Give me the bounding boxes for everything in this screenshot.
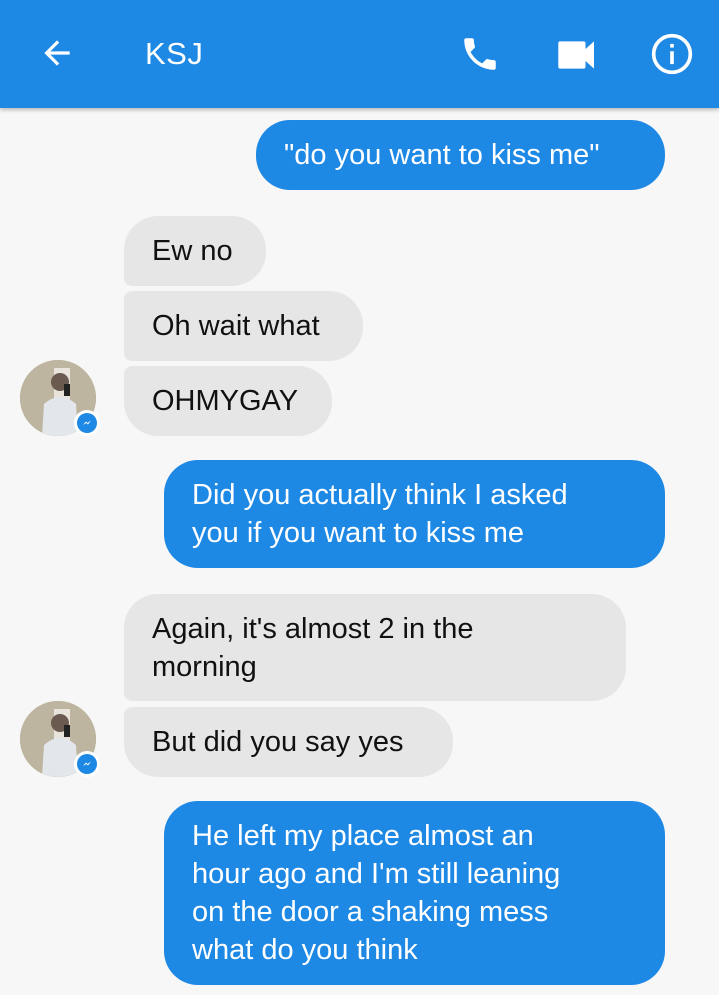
message-outgoing[interactable]: "do you want to kiss me" (256, 120, 665, 190)
arrow-back-icon[interactable] (38, 34, 76, 72)
app-bar: KSJ (0, 0, 719, 108)
message-incoming[interactable]: Ew no (124, 216, 266, 286)
message-outgoing[interactable]: He left my place almost an hour ago and … (164, 801, 665, 985)
message-incoming[interactable]: Oh wait what (124, 291, 363, 361)
message-incoming[interactable]: But did you say yes (124, 707, 453, 777)
conversation-title[interactable]: KSJ (145, 36, 203, 72)
info-icon[interactable] (650, 32, 694, 76)
message-incoming[interactable]: OHMYGAY (124, 366, 332, 436)
message-outgoing[interactable]: Did you actually think I asked you if yo… (164, 460, 665, 568)
messenger-badge-icon (74, 751, 100, 777)
messenger-badge-icon (74, 410, 100, 436)
contact-avatar[interactable] (20, 701, 100, 777)
phone-icon[interactable] (459, 33, 501, 75)
contact-avatar[interactable] (20, 360, 100, 436)
message-incoming[interactable]: Again, it's almost 2 in the morning (124, 594, 626, 701)
video-camera-icon[interactable] (556, 38, 598, 72)
